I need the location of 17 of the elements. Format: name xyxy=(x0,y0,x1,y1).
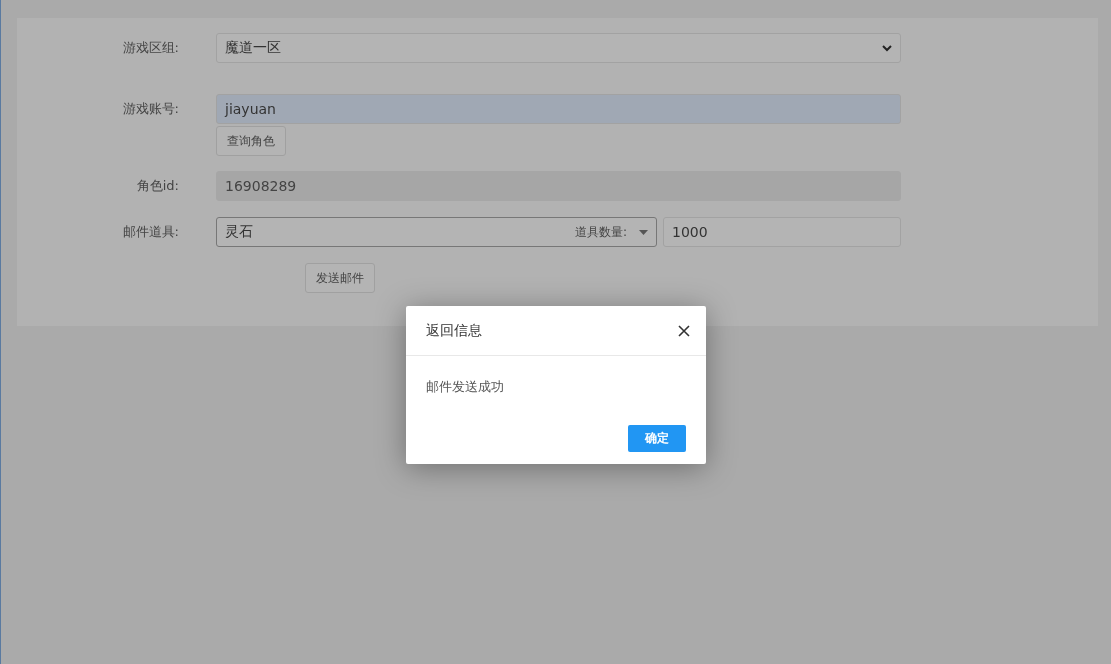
chevron-icon xyxy=(882,44,892,52)
close-icon[interactable] xyxy=(678,324,690,337)
field-label: 游戏账号: xyxy=(121,100,180,118)
field-label: 邮件道具: xyxy=(121,223,180,241)
quantity-input[interactable]: 1000 xyxy=(663,217,901,247)
account-input[interactable]: jiayuan xyxy=(216,94,901,124)
role-id-input: 16908289 xyxy=(216,171,901,201)
field-label: 角色id: xyxy=(135,177,180,195)
field-label: 游戏区组: xyxy=(121,39,180,57)
dialog-title: 返回信息 xyxy=(426,321,482,340)
dropdown-arrow-icon xyxy=(639,229,648,235)
item-select[interactable]: 灵石 道具数量: xyxy=(216,217,657,247)
ok-button[interactable]: 确定 xyxy=(628,425,686,452)
dialog-message: 邮件发送成功 xyxy=(425,378,505,396)
send-mail-button[interactable]: 发送邮件 xyxy=(305,263,375,293)
server-select[interactable]: 魔道一区 xyxy=(216,33,901,63)
query-role-button[interactable]: 查询角色 xyxy=(216,126,286,156)
